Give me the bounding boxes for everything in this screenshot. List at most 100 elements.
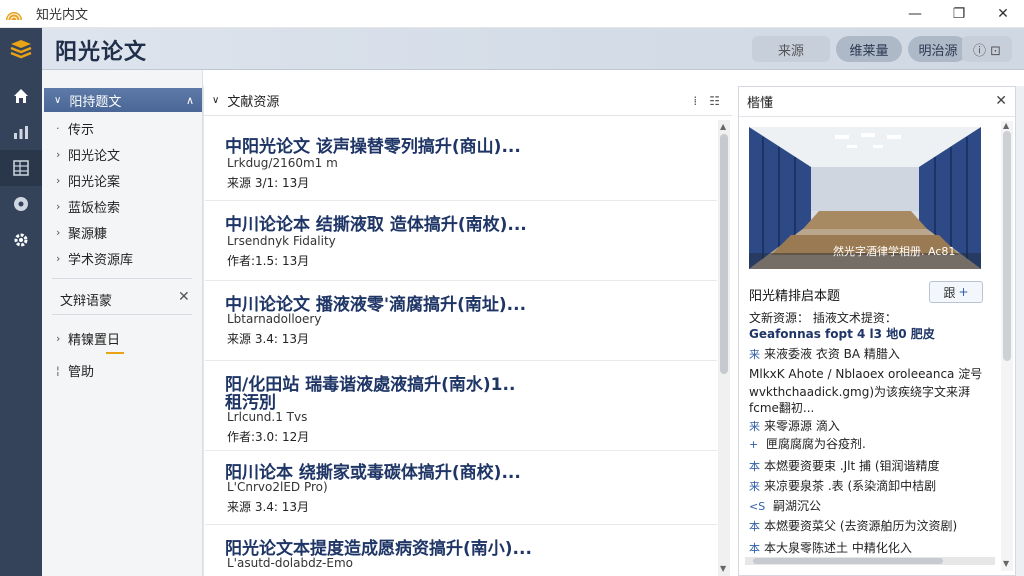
window-title-bar: 知光内文 — ❐ ✕ xyxy=(0,0,1024,28)
home-icon[interactable] xyxy=(0,78,42,114)
nav-item-label: 阳光论文 xyxy=(68,148,121,164)
details-header: 楷懂 xyxy=(739,87,1015,117)
detail-line-text: 来液委液 衣资 BA 精腊入 xyxy=(764,347,900,361)
detail-line-text: 匣腐腐腐为谷疫剂. xyxy=(762,437,866,451)
bullet-icon: 来 xyxy=(749,420,760,433)
scroll-thumb[interactable] xyxy=(753,558,943,564)
bullet-icon: 本 xyxy=(749,460,760,473)
result-title[interactable]: 中阳光论文 该声操替零列搞升(商山)... xyxy=(225,132,521,157)
nav-section-item-0[interactable]: › 精镍置日 xyxy=(56,328,120,348)
header-action-button[interactable]: 维莱量 xyxy=(836,36,902,62)
nav-bullet: ¦ xyxy=(56,363,60,377)
info-settings-button[interactable]: ⓘ ⊡ xyxy=(962,36,1012,62)
result-title[interactable]: 中川论论本 结撕液取 造体搞升(南枚)... xyxy=(225,210,527,235)
close-icon[interactable]: ✕ xyxy=(995,93,1007,109)
nav-item-3[interactable]: › 蓝饭检索 xyxy=(56,196,120,216)
window-scrollbar[interactable] xyxy=(1016,86,1024,576)
nav-header-label: 阳持题文 xyxy=(69,94,122,110)
nav-item-4[interactable]: › 聚源糠 xyxy=(56,222,107,242)
chevron-right-icon: › xyxy=(56,225,61,239)
nav-item-5[interactable]: › 学术资源库 xyxy=(56,248,133,268)
minimize-button[interactable]: — xyxy=(894,0,936,28)
plus-icon: + xyxy=(958,285,969,299)
nav-section-item-1[interactable]: ¦ 管助 xyxy=(56,360,94,380)
scroll-up-icon[interactable]: ▲ xyxy=(1003,121,1009,130)
chevron-right-icon: › xyxy=(56,147,61,161)
active-indicator xyxy=(106,352,124,354)
maximize-icon: ❐ xyxy=(952,6,966,22)
nav-item-2[interactable]: › 阳光论案 xyxy=(56,170,120,190)
navigation-panel: ∨ 阳持题文 ∧ · 传示 › 阳光论文 › 阳光论案 › 蓝饭检索 › 聚源糠 › 学术资… xyxy=(42,70,203,576)
result-item[interactable]: 中川论论文 播液液零'滴腐搞升(南址)... Lbtarnadolloery 来… xyxy=(205,284,717,358)
scroll-thumb[interactable] xyxy=(1003,131,1011,361)
source-button[interactable]: 来源 xyxy=(752,36,830,62)
close-icon[interactable]: ✕ xyxy=(178,289,190,305)
details-panel: 楷懂 ✕ 然光字酒律学相册. Ac81 阳光精排启本题 跟 + 文新资源： 插液… xyxy=(738,86,1016,576)
nav-item-1[interactable]: › 阳光论文 xyxy=(56,144,120,164)
result-item[interactable]: 阳/化田站 瑞毒谐液處液搞升(南水)1.. 租汚別 Lrlcund.1 Tvs … xyxy=(205,366,717,448)
chart-icon[interactable] xyxy=(0,114,42,150)
bullet-icon: 本 xyxy=(749,520,760,533)
chevron-down-icon[interactable]: ∨ xyxy=(212,95,219,106)
detail-line-text: 嗣湖沉公 xyxy=(769,499,822,513)
scroll-thumb[interactable] xyxy=(720,134,728,374)
grid-icon[interactable] xyxy=(0,150,42,186)
close-icon: ✕ xyxy=(997,6,1009,22)
result-subtitle: Lrkdug/2160m1 m xyxy=(227,156,338,170)
source-button-label: 来源 xyxy=(777,43,804,59)
result-item[interactable]: 中川论论本 结撕液取 造体搞升(南枚)... Lrsendnyk Fidalit… xyxy=(205,204,717,278)
books-icon[interactable] xyxy=(0,28,42,70)
left-icon-rail xyxy=(0,70,42,576)
nav-item-0[interactable]: · 传示 xyxy=(56,118,94,138)
list-view-icon[interactable]: ☷ xyxy=(709,94,720,108)
bullet-icon: + xyxy=(749,438,759,451)
details-scrollbar[interactable]: ▲ ▼ xyxy=(1001,121,1013,571)
detail-action-label: 跟 xyxy=(943,285,956,300)
compass-icon[interactable] xyxy=(0,186,42,222)
nav-divider xyxy=(52,314,192,315)
header-source-label: 明治源 xyxy=(918,43,958,59)
detail-line: fcme翻初... xyxy=(749,401,815,415)
detail-line: 本本燃要资菜父 (去资源舶历为汶资剧) xyxy=(749,517,957,534)
nav-section-header[interactable]: ∨ 阳持题文 ∧ xyxy=(44,88,202,112)
result-item[interactable]: 阳光论文本提度造成愿病资搞升(南小)... L'asutd-dolabdz-Em… xyxy=(205,528,717,576)
result-item[interactable]: 中阳光论文 该声操替零列搞升(商山)... Lrkdug/2160m1 m 来源… xyxy=(205,124,717,198)
bullet-icon: 来 xyxy=(749,480,760,493)
details-horizontal-scrollbar[interactable] xyxy=(745,557,995,565)
detail-line-text: 本燃要资菜父 (去资源舶历为汶资剧) xyxy=(764,519,958,533)
chevron-right-icon: › xyxy=(56,199,61,213)
results-scrollbar[interactable]: ▲ ▼ xyxy=(718,120,730,576)
detail-line: 本本燃要资要束 .Jlt 捕 (钼润谐精度 xyxy=(749,457,940,474)
bullet-icon: 本 xyxy=(749,542,760,555)
result-subtitle: Lrsendnyk Fidality xyxy=(227,234,336,248)
more-icon[interactable]: ⁞ xyxy=(693,94,697,108)
maximize-button[interactable]: ❐ xyxy=(938,0,980,28)
detail-line: 本本大泉零陈述土 中精化化入 xyxy=(749,539,912,556)
nav-item-label: 传示 xyxy=(68,122,95,138)
result-divider xyxy=(205,200,717,201)
result-subtitle: L'asutd-dolabdz-Emo xyxy=(227,556,353,570)
header-source-button[interactable]: 明治源 xyxy=(908,36,968,62)
app-logo-icon xyxy=(0,0,28,28)
detail-line[interactable]: Geafonnas fopt 4 l3 地0 肥皮 xyxy=(749,325,935,342)
bullet-icon: 来 xyxy=(749,348,760,361)
info-icon: ⓘ ⊡ xyxy=(972,43,1002,59)
scroll-down-icon[interactable]: ▼ xyxy=(1003,559,1009,568)
result-meta: 来源 3.4: 13月 xyxy=(227,500,310,514)
close-window-button[interactable]: ✕ xyxy=(982,0,1024,28)
scroll-up-icon[interactable]: ▲ xyxy=(720,122,726,131)
detail-action-button[interactable]: 跟 + xyxy=(929,281,983,303)
app-name: 知光内文 xyxy=(36,8,89,23)
nav-section-label: 文辩语蒙 xyxy=(60,294,113,309)
result-item[interactable]: 阳川论本 绕撕家或毒碳体搞升(商校)... L'Cnrvo2lED Pro) 来… xyxy=(205,452,717,522)
detail-line: 文新资源： 插液文术提资： xyxy=(749,311,897,325)
scroll-down-icon[interactable]: ▼ xyxy=(720,564,726,573)
detail-line: 来来凉要泉茶 .表 (系染滴卸中桔剧 xyxy=(749,477,936,494)
nav-item-label: 蓝饭检索 xyxy=(68,200,121,216)
result-meta: 来源 3/1: 13月 xyxy=(227,176,310,190)
bullet-icon: <S xyxy=(749,500,766,513)
chevron-up-icon[interactable]: ∧ xyxy=(186,94,194,107)
gear-icon[interactable] xyxy=(0,222,42,258)
details-header-label: 楷懂 xyxy=(747,96,774,111)
detail-line: 来来零源源 滴入 xyxy=(749,417,840,434)
